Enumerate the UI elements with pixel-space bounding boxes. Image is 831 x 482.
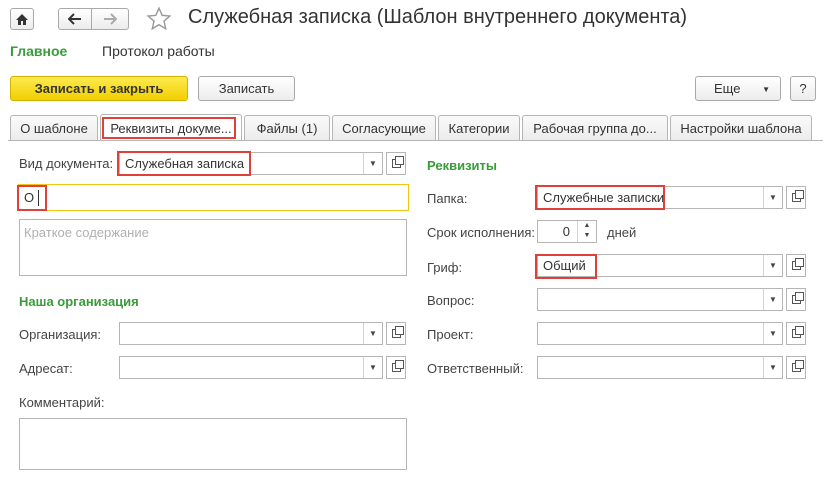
- arrow-right-icon: [104, 13, 117, 25]
- tab-workgroup[interactable]: Рабочая группа до...: [522, 115, 668, 140]
- addressee-label: Адресат:: [19, 361, 73, 376]
- open-icon: [791, 190, 804, 202]
- back-button[interactable]: [58, 8, 92, 30]
- help-button[interactable]: ?: [790, 76, 816, 101]
- open-icon: [791, 360, 804, 372]
- open-icon: [791, 292, 804, 304]
- nav-log[interactable]: Протокол работы: [102, 43, 215, 59]
- addressee-field[interactable]: ▼: [119, 356, 383, 379]
- dropdown-arrow-icon[interactable]: ▼: [763, 289, 782, 310]
- dropdown-arrow-icon[interactable]: ▼: [763, 323, 782, 344]
- comment-label: Комментарий:: [19, 395, 105, 410]
- tab-files[interactable]: Файлы (1): [244, 115, 330, 140]
- open-icon: [391, 326, 404, 338]
- open-icon: [791, 326, 804, 338]
- doc-type-value: Служебная записка: [125, 156, 245, 171]
- deadline-stepper[interactable]: 0 ▲ ▼: [537, 220, 597, 243]
- classification-value: Общий: [543, 258, 586, 273]
- subject-value: О: [24, 190, 35, 205]
- classification-label: Гриф:: [427, 260, 463, 275]
- subject-input[interactable]: О: [18, 184, 409, 211]
- doc-type-label: Вид документа:: [19, 156, 114, 171]
- open-icon: [391, 156, 404, 168]
- project-open-button[interactable]: [786, 322, 806, 345]
- more-button[interactable]: Еще ▼: [695, 76, 781, 101]
- favorite-button[interactable]: [146, 6, 172, 35]
- dropdown-arrow-icon[interactable]: ▼: [363, 357, 382, 378]
- stepper-buttons[interactable]: ▲ ▼: [577, 221, 596, 242]
- deadline-value: 0: [562, 224, 570, 239]
- folder-value: Служебные записки: [543, 190, 665, 205]
- requisites-section-title: Реквизиты: [427, 158, 497, 173]
- save-button[interactable]: Записать: [198, 76, 295, 101]
- addressee-open-button[interactable]: [386, 356, 406, 379]
- tab-divider: [8, 140, 823, 141]
- question-open-button[interactable]: [786, 288, 806, 311]
- classification-open-button[interactable]: [786, 254, 806, 277]
- open-icon: [791, 258, 804, 270]
- doc-type-open-button[interactable]: [386, 152, 406, 175]
- doc-type-field[interactable]: Служебная записка ▼: [119, 152, 383, 175]
- tab-requisites[interactable]: Реквизиты докуме...: [100, 114, 242, 141]
- responsible-field[interactable]: ▼: [537, 356, 783, 379]
- more-label: Еще: [714, 81, 741, 96]
- deadline-unit: дней: [607, 225, 637, 240]
- org-field[interactable]: ▼: [119, 322, 383, 345]
- org-label: Организация:: [19, 327, 102, 342]
- folder-field[interactable]: Служебные записки ▼: [537, 186, 783, 209]
- summary-placeholder: Краткое содержание: [24, 225, 149, 240]
- save-close-button[interactable]: Записать и закрыть: [10, 76, 188, 101]
- org-section-title: Наша организация: [19, 294, 139, 309]
- window-title: Служебная записка (Шаблон внутреннего до…: [188, 6, 688, 28]
- star-icon: [146, 6, 172, 31]
- tab-about[interactable]: О шаблоне: [10, 115, 98, 140]
- text-cursor: [38, 190, 39, 206]
- dropdown-arrow-icon[interactable]: ▼: [763, 357, 782, 378]
- summary-textarea[interactable]: Краткое содержание: [19, 219, 407, 276]
- home-button[interactable]: [10, 8, 34, 30]
- dropdown-arrow-icon[interactable]: ▼: [363, 323, 382, 344]
- open-icon: [391, 360, 404, 372]
- tab-approvers[interactable]: Согласующие: [332, 115, 436, 140]
- question-field[interactable]: ▼: [537, 288, 783, 311]
- caret-down-icon: ▼: [762, 85, 770, 94]
- home-icon: [16, 13, 28, 25]
- tab-categories[interactable]: Категории: [438, 115, 520, 140]
- dropdown-arrow-icon[interactable]: ▼: [763, 255, 782, 276]
- dropdown-arrow-icon[interactable]: ▼: [763, 187, 782, 208]
- project-label: Проект:: [427, 327, 474, 342]
- org-open-button[interactable]: [386, 322, 406, 345]
- deadline-label: Срок исполнения:: [427, 225, 535, 240]
- folder-open-button[interactable]: [786, 186, 806, 209]
- project-field[interactable]: ▼: [537, 322, 783, 345]
- question-label: Вопрос:: [427, 293, 475, 308]
- comment-textarea[interactable]: [19, 418, 407, 470]
- classification-field[interactable]: Общий ▼: [537, 254, 783, 277]
- dropdown-arrow-icon[interactable]: ▼: [363, 153, 382, 174]
- folder-label: Папка:: [427, 191, 468, 206]
- responsible-label: Ответственный:: [427, 361, 524, 376]
- arrow-left-icon: [68, 13, 81, 25]
- nav-main[interactable]: Главное: [10, 43, 67, 59]
- tab-template-settings[interactable]: Настройки шаблона: [670, 115, 812, 140]
- responsible-open-button[interactable]: [786, 356, 806, 379]
- forward-button[interactable]: [91, 8, 129, 30]
